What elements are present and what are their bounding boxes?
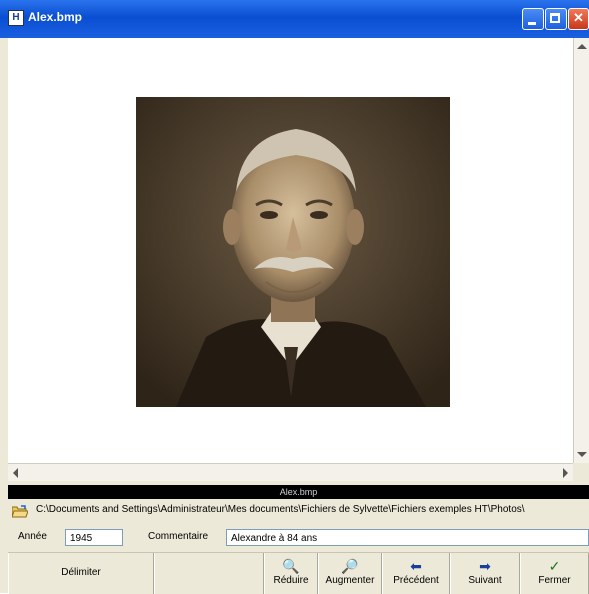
year-label: Année	[18, 531, 47, 542]
comment-label: Commentaire	[148, 531, 209, 542]
scroll-up-icon[interactable]	[577, 44, 587, 49]
fields-row: Année 1945 Commentaire Alexandre à 84 an…	[8, 525, 589, 550]
next-label: Suivant	[468, 575, 502, 586]
close-button[interactable]: ✓ Fermer	[520, 553, 589, 594]
previous-label: Précédent	[393, 575, 439, 586]
portrait-photo	[136, 97, 450, 407]
zoom-out-icon: 🔍	[282, 558, 300, 574]
title-bar[interactable]: H Alex.bmp	[0, 0, 589, 38]
close-window-button[interactable]	[568, 8, 589, 30]
maximize-button[interactable]	[545, 8, 567, 30]
delimit-label: Délimiter	[61, 567, 101, 578]
comment-input[interactable]: Alexandre à 84 ans	[226, 529, 589, 546]
augment-label: Augmenter	[325, 575, 375, 586]
scroll-down-icon[interactable]	[577, 452, 587, 457]
scrollbar-corner	[573, 463, 589, 480]
vertical-scrollbar[interactable]	[573, 38, 589, 463]
scroll-left-icon[interactable]	[13, 468, 18, 478]
arrow-right-icon: ➡	[479, 558, 491, 574]
close-label: Fermer	[538, 575, 571, 586]
next-button[interactable]: ➡ Suivant	[450, 553, 520, 594]
zoom-in-icon: 🔎	[341, 558, 359, 574]
previous-button[interactable]: ⬅ Précédent	[382, 553, 450, 594]
delimit-button[interactable]: Délimiter	[8, 553, 154, 594]
augment-button[interactable]: 🔎 Augmenter	[318, 553, 382, 594]
window-title: Alex.bmp	[28, 10, 83, 24]
minimize-button[interactable]	[522, 8, 544, 30]
empty-toolbar-slot	[154, 553, 264, 594]
image-caption: Alex.bmp	[8, 485, 589, 499]
scroll-right-icon[interactable]	[563, 468, 568, 478]
open-folder-icon[interactable]	[12, 505, 28, 518]
reduce-button[interactable]: 🔍 Réduire	[264, 553, 318, 594]
path-row: C:\Documents and Settings\Administrateur…	[8, 499, 589, 523]
checkmark-icon: ✓	[548, 558, 561, 574]
arrow-left-icon: ⬅	[410, 558, 422, 574]
year-input[interactable]: 1945	[65, 529, 123, 546]
file-path: C:\Documents and Settings\Administrateur…	[36, 504, 525, 515]
app-icon: H	[8, 10, 24, 26]
reduce-label: Réduire	[273, 575, 309, 586]
image-viewer-window: H Alex.bmp ✕ Alex.bmp C:\Documents and S…	[0, 0, 589, 594]
bottom-toolbar: Délimiter 🔍 Réduire 🔎 Augmenter ⬅ Précéd…	[8, 552, 589, 594]
horizontal-scrollbar[interactable]	[8, 463, 573, 481]
